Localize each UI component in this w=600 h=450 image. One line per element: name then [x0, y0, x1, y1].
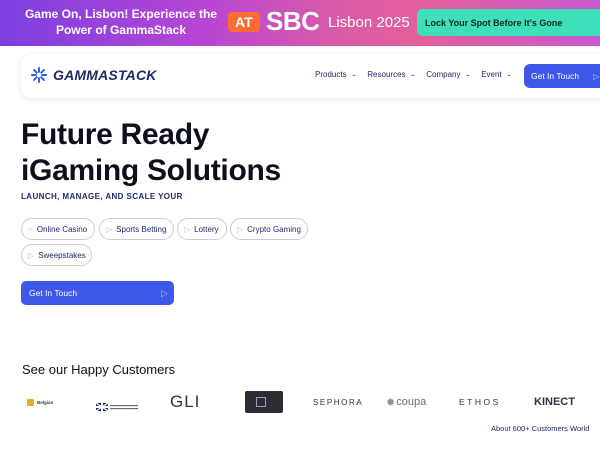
pill-sweepstakes[interactable]: ▷ Sweepstakes — [21, 244, 92, 266]
pill-label: Lottery — [194, 224, 219, 234]
pill-label: Online Casino — [36, 224, 88, 234]
dark-badge-logo-icon — [245, 391, 283, 413]
customer-logo-dark-badge — [245, 390, 283, 414]
pill-lottery[interactable]: ▷ Lottery — [177, 218, 227, 240]
logo-text: GAMMASTACK — [53, 67, 157, 83]
hero-cta-label: Get In Touch — [29, 288, 78, 298]
gammastack-logo[interactable]: GAMMASTACK — [30, 66, 157, 84]
nav-item-event[interactable]: Event ⌄ — [481, 70, 512, 79]
pill-label: Crypto Gaming — [247, 224, 301, 234]
customers-count: About 600+ Customers World — [491, 424, 590, 433]
nav-item-label: Products — [315, 70, 347, 79]
customer-logo-sephora: SEPHORA — [313, 390, 363, 414]
hero-subtitle: LAUNCH, MANAGE, AND SCALE YOUR — [21, 192, 183, 201]
pill-online-casino[interactable]: ○ Online Casino — [21, 218, 95, 240]
coupa-logo-icon: ✹ — [386, 396, 396, 409]
nav-cta-label: Get In Touch — [531, 71, 580, 81]
nav-item-label: Resources — [367, 70, 406, 79]
nav-menu: Products ⌄ Resources ⌄ Company ⌄ Event ⌄ — [315, 70, 522, 79]
main-nav: GAMMASTACK Products ⌄ Resources ⌄ Compan… — [21, 54, 600, 98]
banner-at-badge: AT — [228, 12, 260, 32]
chevron-down-icon: ⌄ — [350, 71, 358, 78]
customer-logo-label: ETHOS — [459, 397, 501, 407]
chevron-down-icon: ⌄ — [409, 71, 417, 78]
customer-logos: Belgian GLI SEPHORA ✹ coupa ETHOS KINECT — [22, 390, 600, 416]
banner-sbc-logo: SBC — [266, 6, 320, 36]
chevron-down-icon: ⌄ — [505, 71, 513, 78]
customer-logo-label: Belgian — [37, 399, 54, 405]
uk-flag-logo-icon — [95, 398, 140, 412]
customer-logo-gli: GLI — [170, 390, 200, 414]
customer-logo-label: GLI — [170, 392, 201, 411]
nav-item-company[interactable]: Company ⌄ — [426, 70, 471, 79]
customer-logo-belgian: Belgian — [27, 390, 53, 414]
promo-banner[interactable]: Game On, Lisbon! Experience the Power of… — [0, 0, 600, 46]
banner-headline: Game On, Lisbon! Experience the Power of… — [24, 7, 218, 37]
nav-item-resources[interactable]: Resources ⌄ — [367, 70, 416, 79]
hero-title-line1: Future Ready — [21, 118, 210, 151]
nav-item-label: Company — [426, 70, 461, 79]
pill-sports-betting[interactable]: ▷ Sports Betting — [99, 218, 174, 240]
pill-icon: ○ — [28, 224, 33, 234]
nav-item-products[interactable]: Products ⌄ — [315, 70, 357, 79]
nav-item-label: Event — [481, 70, 502, 79]
banner-event-name: Lisbon 2025 — [328, 14, 410, 31]
pill-crypto-gaming[interactable]: ▷ Crypto Gaming — [230, 218, 308, 240]
banner-cta-button[interactable]: Lock Your Spot Before It's Gone — [417, 9, 600, 36]
hero-title: Future Ready iGaming Solutions — [21, 117, 281, 189]
customer-logo-kinect: KINECT — [534, 390, 575, 414]
send-icon: ▷ — [593, 71, 600, 81]
customers-title: See our Happy Customers — [22, 362, 176, 377]
pill-icon: ▷ — [184, 224, 191, 234]
pill-icon: ▷ — [237, 224, 244, 234]
gammastack-logo-icon — [30, 66, 48, 84]
send-icon: ▷ — [161, 287, 168, 298]
hero-get-in-touch-button[interactable]: Get In Touch ▷ — [21, 281, 174, 305]
customer-logo-flag-brand — [95, 390, 140, 414]
customer-logo-coupa: ✹ coupa — [386, 390, 426, 414]
nav-get-in-touch-button[interactable]: Get In Touch ▷ — [524, 64, 600, 88]
pill-label: Sports Betting — [116, 224, 167, 234]
customer-logo-label: coupa — [396, 396, 427, 408]
belgian-logo-icon — [27, 398, 34, 406]
chevron-down-icon: ⌄ — [464, 71, 472, 78]
customer-logo-label: KINECT — [534, 396, 575, 408]
pill-label: Sweepstakes — [38, 250, 86, 260]
pill-icon: ▷ — [106, 224, 113, 234]
hero-title-line2: iGaming Solutions — [21, 154, 281, 187]
pill-icon: ▷ — [28, 250, 35, 260]
customer-logo-label: SEPHORA — [313, 397, 364, 407]
customer-logo-ethos: ETHOS — [459, 390, 501, 414]
